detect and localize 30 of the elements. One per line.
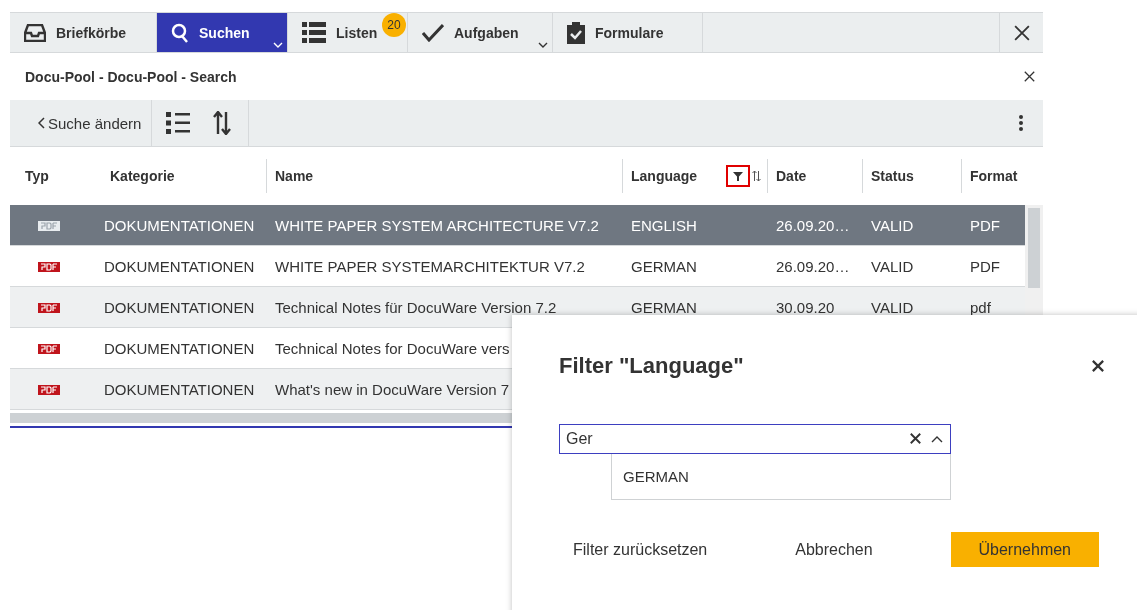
tab-label: Aufgaben bbox=[454, 24, 519, 41]
table-cell: WHITE PAPER SYSTEMARCHITEKTUR V7.2 bbox=[275, 257, 585, 275]
dialog-title: Filter "Language" bbox=[559, 353, 744, 379]
table-cell: What's new in DocuWare Version 7 bbox=[275, 380, 510, 398]
table-cell: DOKUMENTATIONEN bbox=[104, 257, 255, 275]
table-cell: 26.09.20… bbox=[776, 257, 850, 275]
table-cell: VALID bbox=[871, 257, 914, 275]
tab-label: Listen bbox=[336, 24, 378, 41]
table-cell: PDF bbox=[970, 257, 1000, 275]
table-cell: Technical Notes for DocuWare vers bbox=[275, 339, 510, 357]
table-cell: 30.09.20 bbox=[776, 298, 835, 316]
table-cell: Technical Notes für DocuWare Version 7.2 bbox=[275, 298, 557, 316]
table-cell: GERMAN bbox=[631, 298, 697, 316]
panel-title: Docu-Pool - Docu-Pool - Search bbox=[25, 68, 237, 85]
table-cell: PDF bbox=[970, 216, 1000, 234]
table-cell: pdf bbox=[970, 298, 991, 316]
table-cell: 26.09.20… bbox=[776, 216, 850, 234]
table-cell: DOKUMENTATIONEN bbox=[104, 216, 255, 234]
table-cell: GERMAN bbox=[631, 257, 697, 275]
tab-label: Suchen bbox=[199, 24, 250, 41]
count-badge: 20 bbox=[382, 13, 406, 37]
table-cell: DOKUMENTATIONEN bbox=[104, 339, 255, 357]
table-cell: ENGLISH bbox=[631, 216, 697, 234]
table-cell: DOKUMENTATIONEN bbox=[104, 380, 255, 398]
table-cell: VALID bbox=[871, 298, 914, 316]
table-cell: DOKUMENTATIONEN bbox=[104, 298, 255, 316]
tab-label: Formulare bbox=[595, 24, 664, 41]
table-cell: WHITE PAPER SYSTEM ARCHITECTURE V7.2 bbox=[275, 216, 599, 234]
tab-label: Briefkörbe bbox=[56, 24, 127, 41]
table-cell: VALID bbox=[871, 216, 914, 234]
